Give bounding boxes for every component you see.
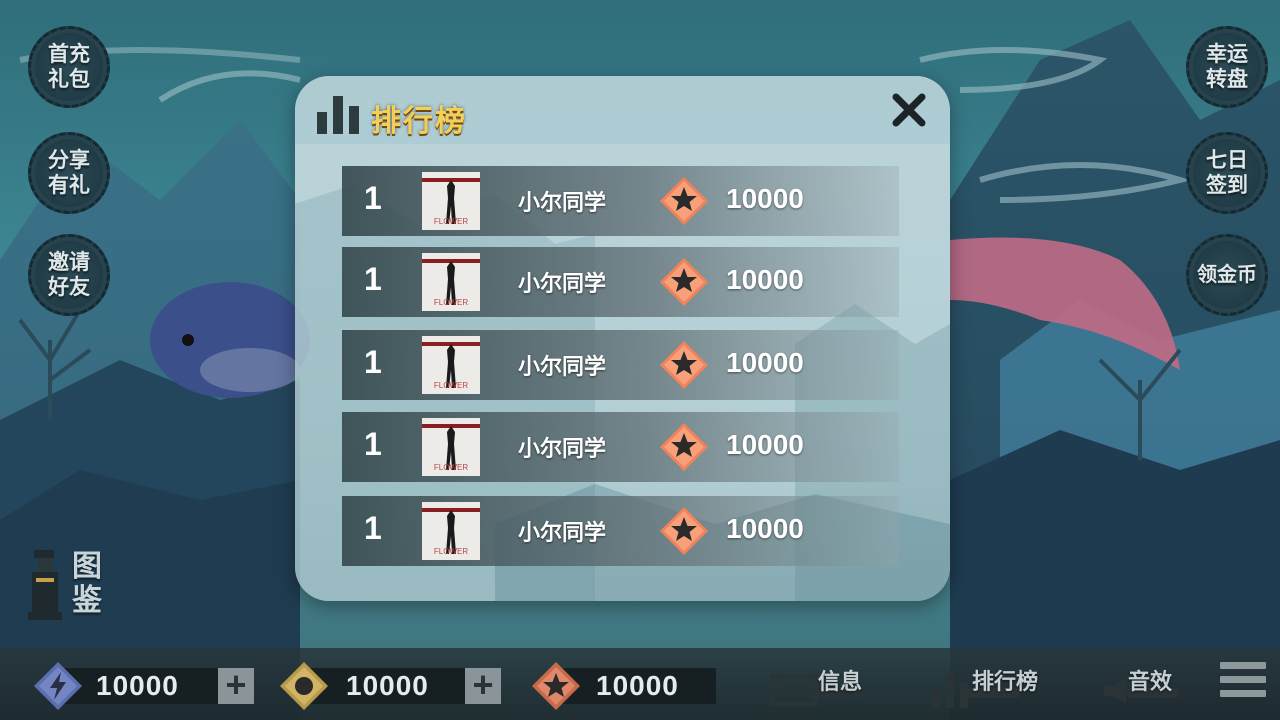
messages-label: 信息 [818,669,863,694]
leaderboard-row[interactable]: 1 FLOWER 小尔同学 10000 [342,166,899,236]
star-icon [660,507,708,555]
player-name: 小尔同学 [518,436,607,461]
coin-icon [280,662,328,710]
leaderboard-menu-label: 排行榜 [972,669,1039,694]
star-icon [660,423,708,471]
avatar: FLOWER [422,336,480,394]
first-recharge-gift-label: 首充礼包 [48,43,90,91]
player-score: 10000 [726,513,804,544]
avatar-caption: FLOWER [434,463,468,472]
leaderboard-row[interactable]: 1 FLOWER 小尔同学 10000 [342,330,899,400]
rank-number: 1 [364,510,382,546]
rank-number: 1 [364,261,382,297]
avatar: FLOWER [422,172,480,230]
player-name: 小尔同学 [518,354,607,379]
avatar: FLOWER [422,253,480,311]
avatar-caption: FLOWER [434,381,468,390]
invite-friends-label: 邀请好友 [48,251,90,299]
seven-day-checkin-button[interactable]: 七日签到 [1186,132,1268,214]
atlas-label: 图鉴 [72,550,102,617]
leaderboard-bars-icon [317,96,359,134]
share-reward-button[interactable]: 分享有礼 [28,132,110,214]
atlas-icon [28,550,62,620]
add-energy-button[interactable]: + [218,667,254,704]
lucky-wheel-button[interactable]: 幸运转盘 [1186,26,1268,108]
rank-number: 1 [364,426,382,462]
avatar: FLOWER [422,502,480,560]
energy-value: 10000 [96,670,179,701]
lucky-wheel-label: 幸运转盘 [1206,43,1248,91]
invite-friends-button[interactable]: 邀请好友 [28,234,110,316]
player-name: 小尔同学 [518,520,607,545]
collect-coins-label: 领金币 [1197,263,1257,286]
star-icon [660,177,708,225]
player-score: 10000 [726,183,804,214]
leaderboard-title: 排行榜 [371,105,467,138]
avatar: FLOWER [422,418,480,476]
star-icon [532,662,580,710]
menu-icon[interactable] [1220,662,1266,704]
avatar-caption: FLOWER [434,217,468,226]
rank-number: 1 [364,344,382,380]
avatar-caption: FLOWER [434,298,468,307]
player-score: 10000 [726,264,804,295]
player-name: 小尔同学 [518,271,607,296]
leaderboard-panel: 排行榜 1 FLOWER 小尔同学 10000 1 FLOWER 小尔同学 10… [295,76,950,601]
share-reward-label: 分享有礼 [48,149,90,197]
star-icon [660,341,708,389]
close-icon[interactable] [891,92,927,128]
first-recharge-gift-button[interactable]: 首充礼包 [28,26,110,108]
add-coins-button[interactable]: + [465,667,501,704]
player-score: 10000 [726,347,804,378]
sound-label: 音效 [1128,669,1173,694]
leaderboard-row[interactable]: 1 FLOWER 小尔同学 10000 [342,247,899,317]
collect-coins-button[interactable]: 领金币 [1186,234,1268,316]
player-name: 小尔同学 [518,190,607,215]
rank-number: 1 [364,180,382,216]
avatar-caption: FLOWER [434,547,468,556]
leaderboard-bars-icon [932,674,968,708]
star-value: 10000 [596,670,679,701]
seven-day-checkin-label: 七日签到 [1206,149,1248,197]
coin-value: 10000 [346,670,429,701]
leaderboard-row[interactable]: 1 FLOWER 小尔同学 10000 [342,496,899,566]
player-score: 10000 [726,429,804,460]
lightning-icon [34,662,82,710]
star-icon [660,258,708,306]
mail-icon [770,674,818,706]
leaderboard-row[interactable]: 1 FLOWER 小尔同学 10000 [342,412,899,482]
